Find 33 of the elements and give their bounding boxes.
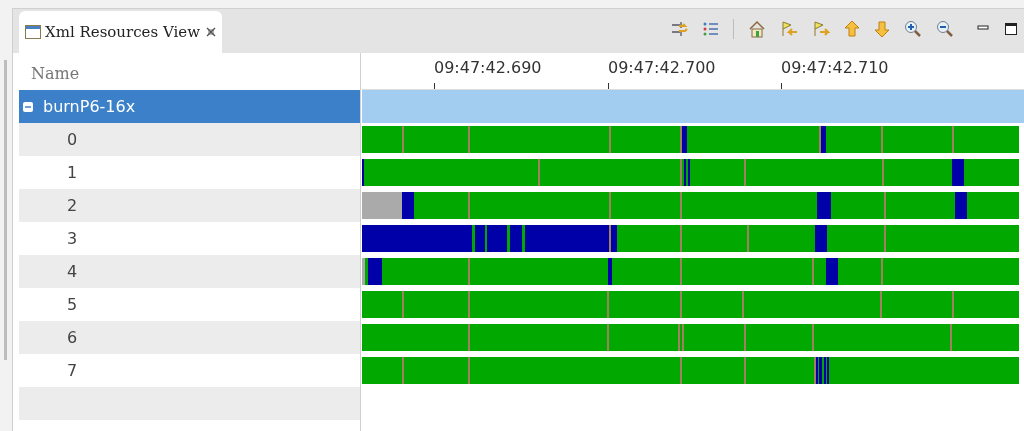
tree-row[interactable]: 6 (19, 321, 360, 354)
list-icon[interactable] (703, 22, 719, 36)
maximize-icon[interactable] (1004, 22, 1018, 36)
tree-label: 7 (67, 359, 78, 382)
tree-label: 6 (67, 326, 78, 349)
align-icon[interactable] (671, 21, 689, 37)
tree-row[interactable]: burnP6-16x (19, 90, 360, 123)
tree-label: 3 (67, 227, 78, 250)
window-icon (25, 25, 41, 39)
tree-label: 2 (67, 194, 78, 217)
arrow-up-icon[interactable] (844, 20, 860, 38)
view-tab[interactable]: Xml Resources View (19, 11, 223, 53)
collapse-icon[interactable] (23, 101, 33, 112)
zoom-out-icon[interactable] (936, 20, 954, 38)
tab-title: Xml Resources View (45, 21, 201, 43)
zoom-in-icon[interactable] (904, 20, 922, 38)
tree-row[interactable]: 2 (19, 189, 360, 222)
tree-label: 0 (67, 128, 78, 151)
tree-row[interactable]: 0 (19, 123, 360, 156)
arrow-down-icon[interactable] (874, 20, 890, 38)
tree-label: 1 (67, 161, 78, 184)
time-label: 09:47:42.710 (781, 57, 889, 79)
flag-forward-icon[interactable] (812, 20, 830, 38)
tree-label: 5 (67, 293, 78, 316)
tree-row[interactable]: 4 (19, 255, 360, 288)
time-label: 09:47:42.690 (434, 57, 542, 79)
tree-label: burnP6-16x (43, 95, 136, 118)
column-header: Name (31, 63, 80, 85)
home-icon[interactable] (748, 20, 766, 38)
time-label: 09:47:42.700 (608, 57, 716, 79)
close-icon[interactable] (206, 27, 217, 37)
flag-back-icon[interactable] (780, 20, 798, 38)
tree-label: 4 (67, 260, 78, 283)
